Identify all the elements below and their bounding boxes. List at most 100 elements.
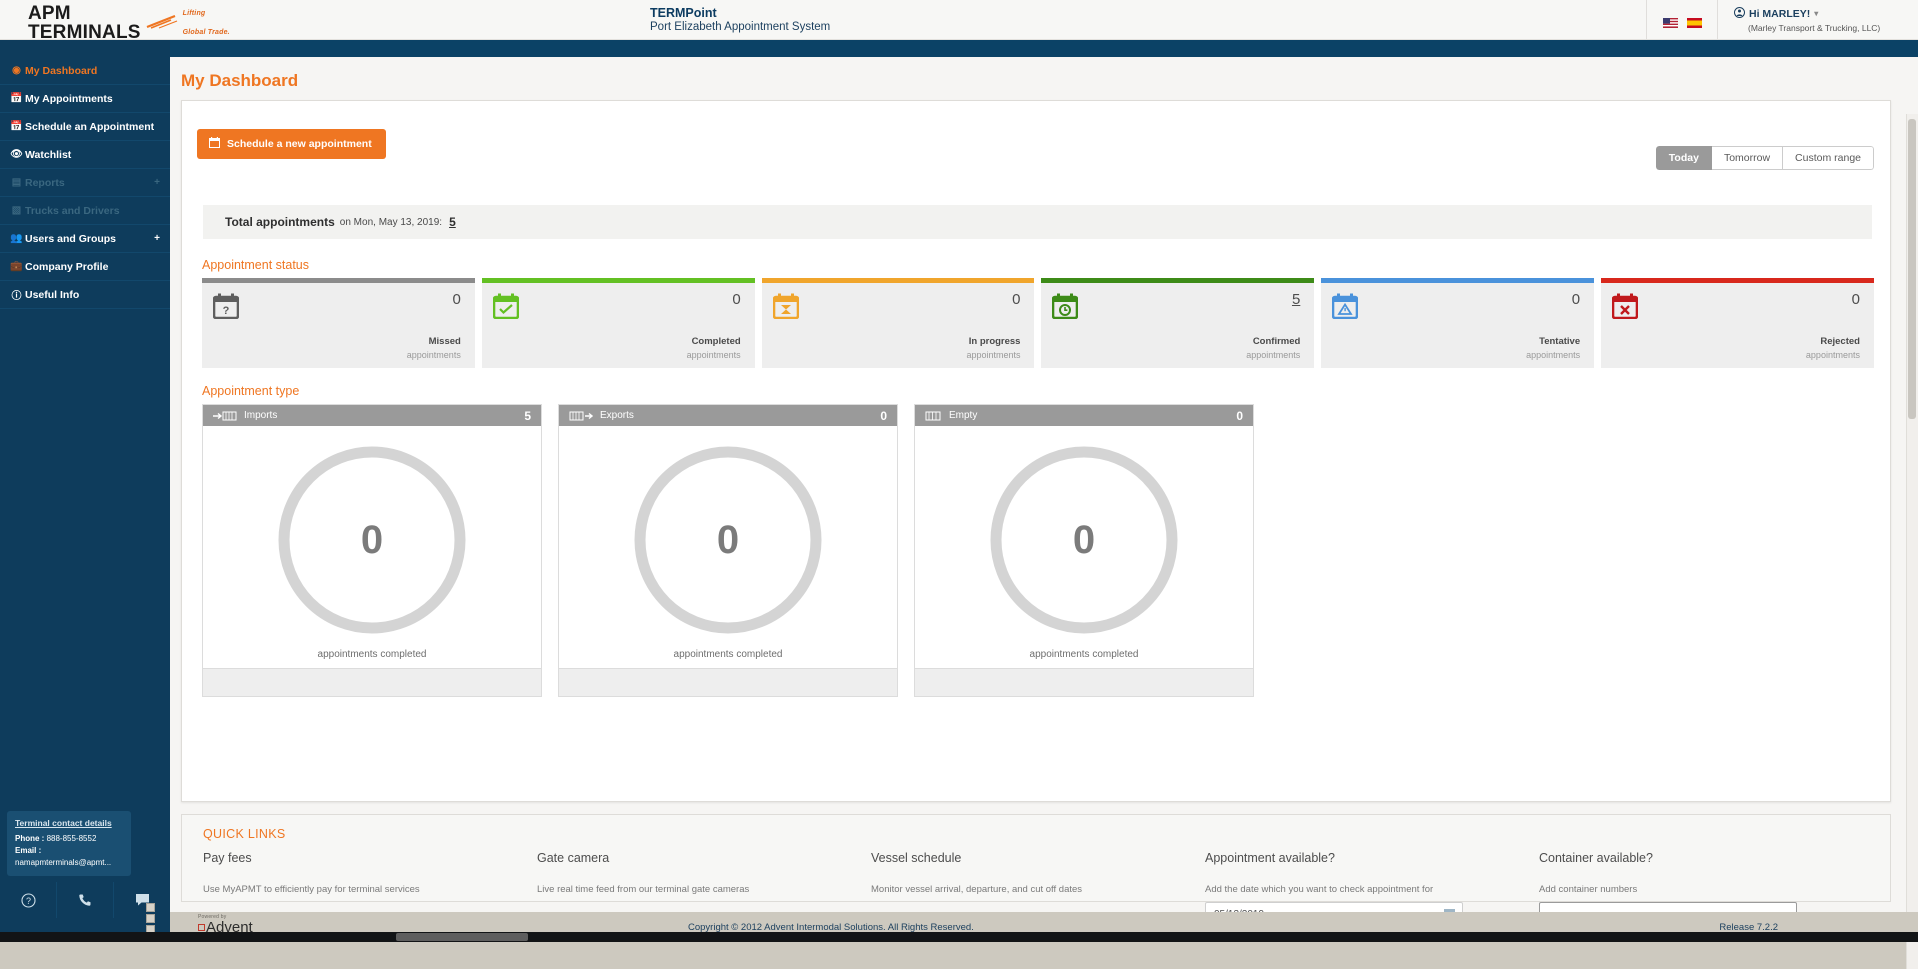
sidebar-item-label: Users and Groups [25, 232, 117, 245]
status-card-sublabel: appointments [1246, 350, 1301, 360]
status-card-value: 0 [452, 291, 461, 308]
donut-center-value: 0 [360, 517, 384, 562]
appointment-status-heading: Appointment status [202, 258, 310, 272]
users-icon: 👥 [10, 233, 23, 244]
exports-donut-chart: 0 [632, 444, 824, 636]
status-card-value: 0 [1571, 291, 1581, 308]
sidebar-item-reports[interactable]: ▤ Reports + [0, 169, 170, 197]
sidebar-item-company-profile[interactable]: 💼 Company Profile [0, 253, 170, 281]
dashboard-panel: Schedule a new appointment Today Tomorro… [181, 100, 1891, 802]
donut-center-value: 0 [716, 517, 740, 562]
release-version: Release 7.2.2 [1719, 921, 1778, 933]
logo-tagline: Lifting Global Trade. [182, 10, 230, 36]
brand-logo[interactable]: APM TERMINALS Lifting Global Trade. Powe… [0, 0, 230, 54]
expand-icon[interactable]: + [154, 233, 160, 244]
page-scrollbar-thumb[interactable] [1908, 119, 1916, 419]
sidebar-item-watchlist[interactable]: 👁 Watchlist [0, 141, 170, 169]
total-appointments-label: Total appointments [225, 215, 335, 229]
sidebar-item-useful-info[interactable]: ⓘ Useful Info [0, 281, 170, 309]
terminal-contact-title[interactable]: Terminal contact details [15, 818, 123, 828]
quick-link-heading: Gate camera [537, 851, 610, 865]
type-card-exports[interactable]: Exports 0 0 appointments completed [558, 404, 898, 697]
status-card-label: In progress [968, 336, 1021, 347]
appointment-type-cards: Imports 5 0 appointments completed Expor… [202, 404, 1254, 697]
status-card-sublabel: appointments [686, 350, 741, 360]
calendar-clock-icon [1052, 293, 1079, 324]
container-in-icon [213, 411, 237, 421]
empty-donut-chart: 0 [988, 444, 1180, 636]
type-card-footer [915, 668, 1253, 696]
flag-es-icon[interactable] [1686, 15, 1702, 28]
expand-icon[interactable]: + [154, 177, 160, 188]
sidebar-item-label: Schedule an Appointment [25, 120, 155, 133]
status-card-completed[interactable]: 0 Completed appointments [481, 278, 755, 368]
calendar-plus-icon [209, 137, 220, 151]
quick-link-heading: Vessel schedule [871, 851, 962, 865]
quick-link-heading: Container available? [1539, 851, 1653, 865]
type-card-title: Imports [244, 410, 278, 421]
main-content: My Dashboard Schedule a new appointment … [170, 57, 1918, 969]
donut-caption: appointments completed [1029, 649, 1139, 660]
status-card-label: Rejected [1820, 336, 1860, 347]
phone-icon[interactable] [57, 882, 114, 918]
quick-links-panel: QUICK LINKS Pay fees Use MyAPMT to effic… [181, 814, 1891, 930]
flag-us-icon[interactable] [1662, 15, 1678, 28]
copyright-text: Copyright © 2012 Advent Intermodal Solut… [688, 921, 974, 933]
status-card-value[interactable]: 5 [1292, 291, 1300, 308]
type-card-total: 0 [1236, 408, 1243, 423]
container-out-icon [569, 411, 593, 421]
range-tomorrow-button[interactable]: Tomorrow [1711, 146, 1784, 170]
range-today-button[interactable]: Today [1655, 146, 1712, 170]
type-card-title: Exports [600, 410, 634, 421]
phone-value: 888-855-8552 [46, 834, 97, 843]
sidebar-item-label: Useful Info [25, 288, 80, 301]
schedule-new-appointment-button[interactable]: Schedule a new appointment [197, 129, 386, 159]
calendar-icon: 📅 [10, 93, 23, 104]
app-subtitle: Port Elizabeth Appointment System [650, 20, 831, 33]
status-card-confirmed[interactable]: 5 Confirmed appointments [1041, 278, 1315, 368]
status-card-missed[interactable]: ? 0 Missed appointments [202, 278, 475, 368]
type-card-imports[interactable]: Imports 5 0 appointments completed [202, 404, 542, 697]
total-appointments-value[interactable]: 5 [449, 215, 456, 229]
terminal-contact-panel: Terminal contact details Phone : 888-855… [7, 811, 131, 876]
sidebar-item-label: My Appointments [25, 92, 113, 105]
sidebar-item-label: Watchlist [25, 148, 72, 161]
sidebar-item-trucks-and-drivers[interactable]: ▧ Trucks and Drivers [0, 197, 170, 225]
status-card-tentative[interactable]: 0 Tentative appointments [1321, 278, 1595, 368]
swoosh-icon [145, 14, 181, 33]
calendar-warning-icon [1332, 293, 1359, 324]
status-card-value: 0 [1012, 291, 1021, 308]
calendar-plus-icon: 📅 [10, 121, 23, 132]
status-card-sublabel: appointments [406, 350, 461, 360]
donut-center-value: 0 [1072, 517, 1096, 562]
status-card-rejected[interactable]: 0 Rejected appointments [1601, 278, 1874, 368]
chat-icon[interactable] [114, 882, 170, 918]
type-card-title: Empty [949, 410, 978, 421]
donut-caption: appointments completed [673, 649, 783, 660]
appointment-status-cards: ? 0 Missed appointments 0 Completed appo… [202, 278, 1874, 368]
sidebar-action-bar: ? [0, 882, 170, 918]
status-card-in-progress[interactable]: 0 In progress appointments [761, 278, 1035, 368]
sidebar-item-my-appointments[interactable]: 📅 My Appointments [0, 85, 170, 113]
help-icon[interactable]: ? [0, 882, 57, 918]
sidebar-item-my-dashboard[interactable]: ◉ My Dashboard [0, 57, 170, 85]
type-card-footer [559, 668, 897, 696]
horizontal-scrollbar-thumb[interactable] [396, 933, 528, 941]
status-card-label: Tentative [1539, 336, 1581, 347]
sidebar-item-label: Reports [25, 176, 65, 189]
quick-links-title: QUICK LINKS [203, 827, 286, 841]
type-card-empty[interactable]: Empty 0 0 appointments completed [914, 404, 1254, 697]
quick-link-desc: Add container numbers [1539, 884, 1638, 895]
quick-link-desc: Use MyAPMT to efficiently pay for termin… [203, 884, 420, 895]
app-title: TERMPoint [650, 5, 717, 20]
sidebar-item-schedule-an-appointment[interactable]: 📅 Schedule an Appointment [0, 113, 170, 141]
user-menu[interactable]: Hi MARLEY! ▾ (Marley Transport & Truckin… [1718, 0, 1918, 39]
range-custom-button[interactable]: Custom range [1783, 146, 1874, 170]
user-company: (Marley Transport & Trucking, LLC) [1748, 22, 1881, 33]
status-card-label: Completed [691, 336, 741, 347]
briefcase-icon: 💼 [10, 261, 23, 272]
chevron-down-icon[interactable]: ▾ [1814, 9, 1818, 18]
sidebar-item-users-and-groups[interactable]: 👥 Users and Groups + [0, 225, 170, 253]
language-selector[interactable] [1646, 0, 1718, 39]
sidebar-item-label: Company Profile [25, 260, 109, 273]
